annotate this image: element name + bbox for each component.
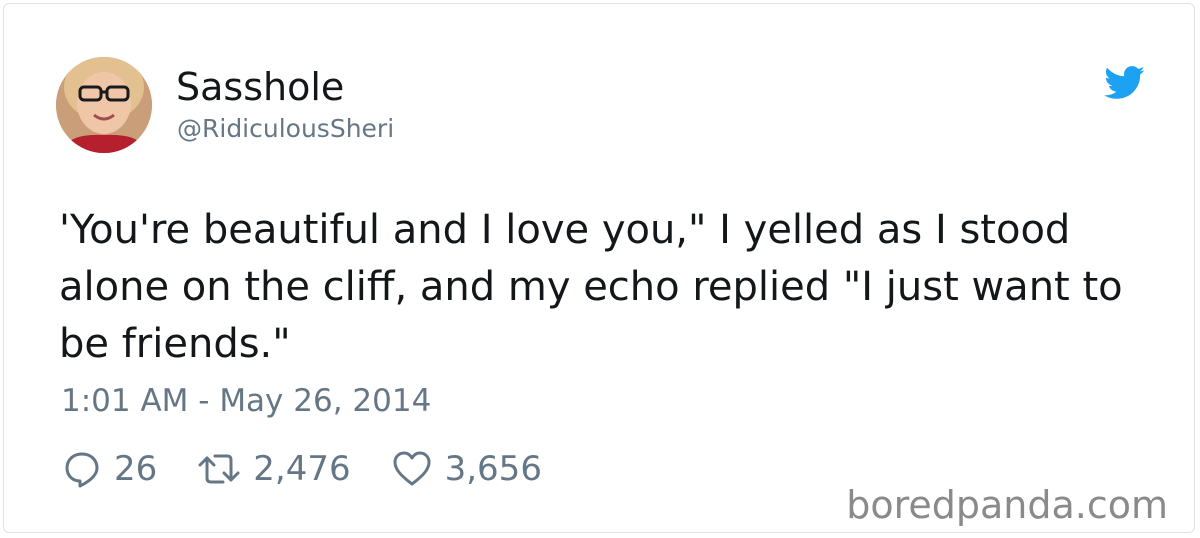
tweet-actions: 26 2,476 3,656	[62, 447, 582, 491]
reply-button[interactable]: 26	[62, 447, 157, 491]
retweet-button[interactable]: 2,476	[197, 447, 351, 491]
twitter-bird-icon[interactable]	[1104, 66, 1146, 100]
like-count: 3,656	[444, 449, 542, 489]
tweet-text: 'You're beautiful and I love you," I yel…	[59, 207, 1123, 367]
reply-count: 26	[114, 449, 158, 489]
heart-icon	[393, 451, 431, 486]
reply-icon	[65, 452, 99, 488]
retweet-count: 2,476	[253, 449, 351, 489]
tweet-timestamp[interactable]: 1:01 AM - May 26, 2014	[61, 382, 431, 420]
avatar[interactable]	[56, 57, 152, 153]
author-name[interactable]: Sasshole	[176, 64, 344, 110]
watermark: boredpanda.com	[846, 483, 1168, 527]
tweet-card: Sasshole @RidiculousSheri 'You're beauti…	[3, 3, 1195, 533]
author-handle[interactable]: @RidiculousSheri	[177, 114, 394, 144]
retweet-icon	[198, 454, 240, 484]
like-button[interactable]: 3,656	[391, 447, 542, 491]
